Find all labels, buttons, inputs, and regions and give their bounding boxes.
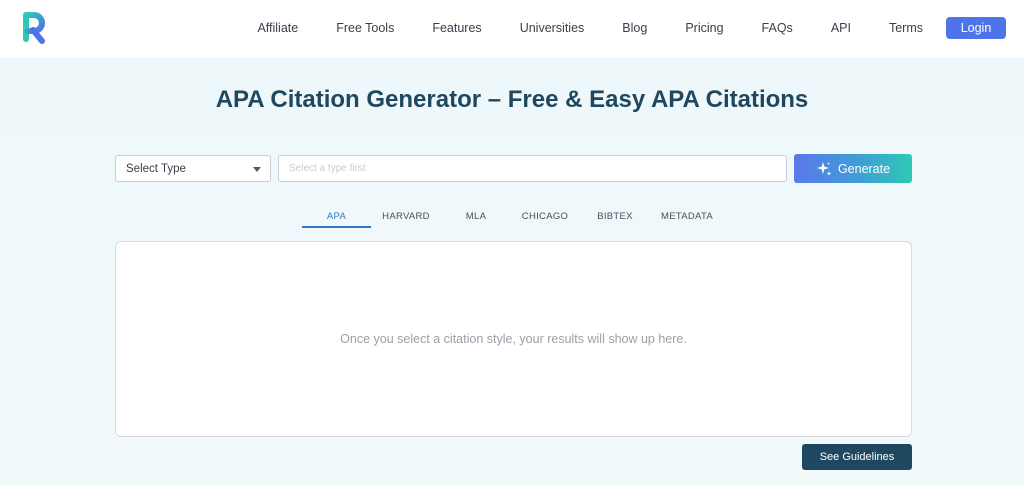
nav-item-api[interactable]: API <box>831 21 851 35</box>
citation-style-tabs: APA HARVARD MLA CHICAGO BIBTEX METADATA <box>302 204 723 228</box>
nav-item-affiliate[interactable]: Affiliate <box>257 21 298 35</box>
top-nav: Affiliate Free Tools Features Universiti… <box>257 0 1006 56</box>
nav-item-terms[interactable]: Terms <box>889 21 923 35</box>
page-title: APA Citation Generator – Free & Easy APA… <box>215 86 809 113</box>
source-query-input[interactable] <box>278 155 787 182</box>
nav-item-faqs[interactable]: FAQs <box>762 21 793 35</box>
tab-bibtex[interactable]: BIBTEX <box>579 204 651 228</box>
tab-chicago[interactable]: CHICAGO <box>511 204 579 228</box>
login-button[interactable]: Login <box>946 17 1006 39</box>
nav-item-blog[interactable]: Blog <box>622 21 647 35</box>
nav-item-pricing[interactable]: Pricing <box>685 21 723 35</box>
chevron-down-icon <box>253 167 261 172</box>
tab-mla[interactable]: MLA <box>441 204 511 228</box>
tab-harvard[interactable]: HARVARD <box>371 204 441 228</box>
tab-apa[interactable]: APA <box>302 204 371 228</box>
citation-results-panel: Once you select a citation style, your r… <box>115 241 912 437</box>
header: Affiliate Free Tools Features Universiti… <box>0 0 1024 56</box>
tab-metadata[interactable]: METADATA <box>651 204 723 228</box>
results-empty-message: Once you select a citation style, your r… <box>340 332 687 346</box>
nav-item-features[interactable]: Features <box>432 21 481 35</box>
citation-type-select-value: Select Type <box>126 162 186 175</box>
generate-button[interactable]: Generate <box>794 154 912 183</box>
sparkle-icon <box>816 161 832 176</box>
r-logo-icon[interactable] <box>22 12 46 44</box>
nav-item-universities[interactable]: Universities <box>520 21 585 35</box>
citation-type-select[interactable]: Select Type <box>115 155 271 182</box>
nav-item-free-tools[interactable]: Free Tools <box>336 21 394 35</box>
see-guidelines-button[interactable]: See Guidelines <box>802 444 912 470</box>
generate-button-label: Generate <box>837 161 891 176</box>
page: Affiliate Free Tools Features Universiti… <box>0 0 1024 485</box>
